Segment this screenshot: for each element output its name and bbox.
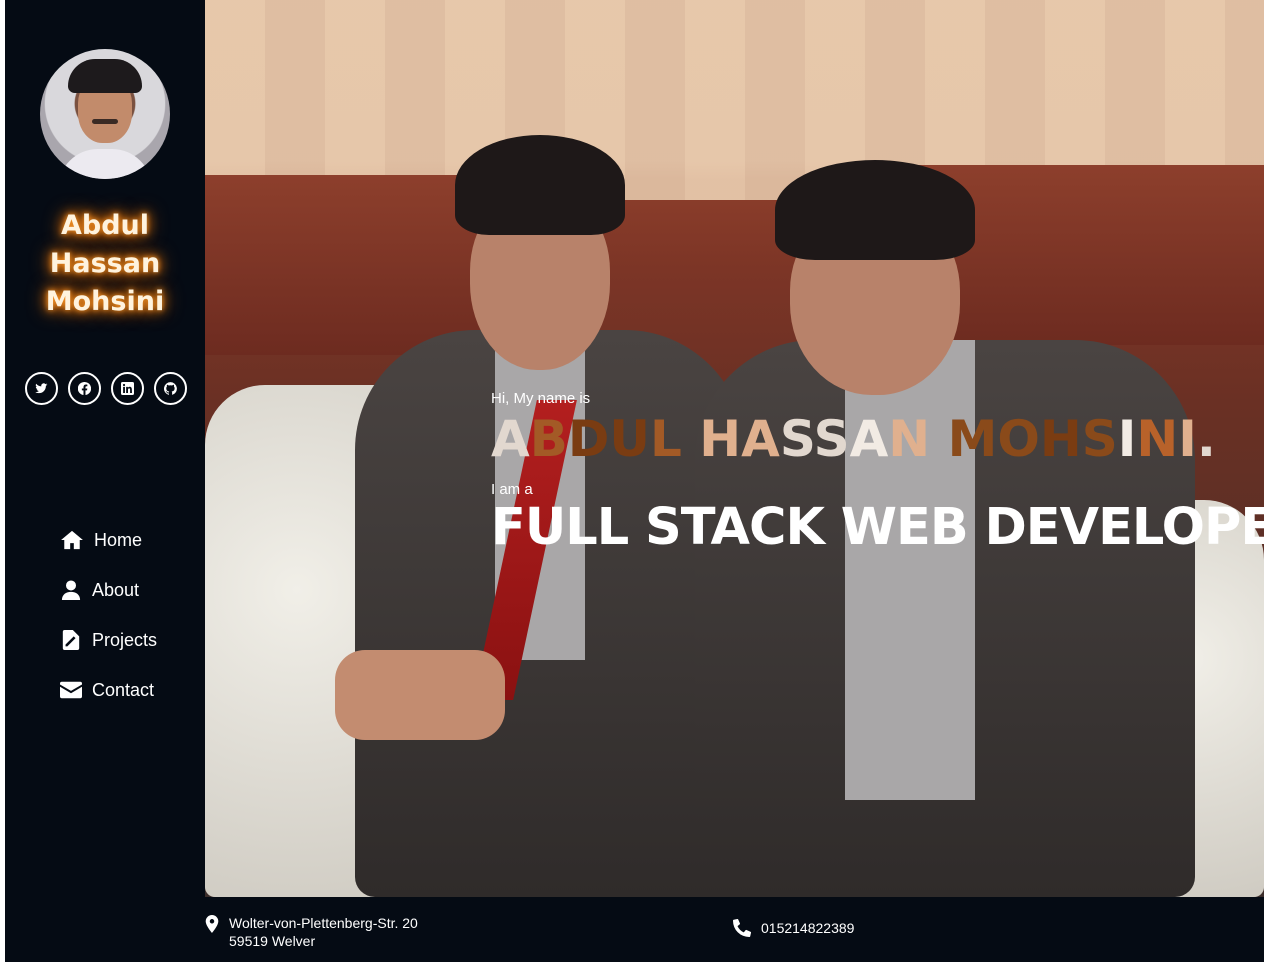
hero-name-letter: A — [491, 410, 530, 468]
hero-name-letter — [930, 410, 947, 468]
hero-name-letter: D — [567, 410, 610, 468]
hero-intro: I am a — [491, 481, 533, 498]
hero-name-letter: I — [1117, 410, 1137, 468]
linkedin-link[interactable] — [111, 372, 144, 405]
hero-name-letter: O — [997, 410, 1040, 468]
sidebar-name-middle: Hassan — [49, 248, 161, 279]
sidebar-name-last: Mohsini — [45, 286, 165, 317]
facebook-icon — [78, 382, 91, 395]
sidebar: Abdul Hassan Mohsini Home About Projects — [5, 0, 205, 962]
hero-name-letter: N — [888, 410, 931, 468]
twitter-link[interactable] — [25, 372, 58, 405]
sidebar-name-first: Abdul — [60, 210, 150, 241]
hero-name-letter: H — [699, 410, 742, 468]
hero-section: Hi, My name is ABDUL HASSAN MOHSINI. I a… — [205, 0, 1264, 897]
user-icon — [61, 580, 81, 600]
hero-name-letter: H — [1039, 410, 1082, 468]
address-street: Wolter-von-Plettenberg-Str. 20 — [229, 915, 418, 931]
linkedin-icon — [121, 382, 134, 395]
hero-name-letter: L — [649, 410, 682, 468]
hero-name-letter: S — [1081, 410, 1118, 468]
file-icon — [62, 630, 80, 650]
map-pin-icon — [205, 915, 219, 933]
profile-avatar — [40, 49, 170, 179]
hero-name-letter: U — [609, 410, 650, 468]
address: Wolter-von-Plettenberg-Str. 20 59519 Wel… — [205, 914, 418, 950]
main-nav: Home About Projects Contact — [60, 515, 157, 715]
nav-item-about-label: About — [92, 579, 140, 600]
nav-item-about[interactable]: About — [60, 565, 157, 615]
facebook-link[interactable] — [68, 372, 101, 405]
phone-icon — [733, 919, 751, 937]
twitter-icon — [35, 383, 48, 394]
sidebar-name: Abdul Hassan Mohsini — [5, 207, 205, 321]
hero-greeting: Hi, My name is — [491, 390, 591, 407]
nav-item-home[interactable]: Home — [60, 515, 157, 565]
hero-name-letter: N — [1136, 410, 1179, 468]
hero-name-letter: . — [1196, 410, 1216, 468]
nav-item-projects-label: Projects — [92, 629, 158, 650]
address-city: 59519 Welver — [229, 933, 316, 949]
nav-item-contact[interactable]: Contact — [60, 665, 157, 715]
hero-name-letter: M — [947, 410, 998, 468]
hero-text: Hi, My name is ABDUL HASSAN MOHSINI. I a… — [491, 390, 1264, 558]
hero-name-letter: B — [529, 410, 568, 468]
nav-item-contact-label: Contact — [92, 679, 155, 700]
social-links — [25, 372, 187, 405]
hero-name-letter: A — [849, 410, 889, 468]
github-icon — [164, 382, 177, 395]
phone-number: 015214822389 — [761, 920, 855, 936]
hero-role: FULL STACK WEB DEVELOPER. — [491, 498, 1264, 557]
hero-name-letter: S — [813, 410, 850, 468]
hero-name: ABDUL HASSAN MOHSINI. — [491, 411, 1264, 467]
github-link[interactable] — [154, 372, 187, 405]
nav-item-projects[interactable]: Projects — [60, 615, 157, 665]
nav-item-home-label: Home — [94, 529, 143, 550]
envelope-icon — [60, 681, 82, 699]
contact-footer: Wolter-von-Plettenberg-Str. 20 59519 Wel… — [205, 897, 1264, 962]
hero-name-letter: S — [779, 410, 814, 468]
hero-name-letter: A — [741, 410, 780, 468]
hero-name-letter: I — [1178, 410, 1197, 468]
home-icon — [61, 530, 83, 550]
hero-name-letter — [682, 410, 699, 468]
phone[interactable]: 015214822389 — [733, 919, 854, 937]
